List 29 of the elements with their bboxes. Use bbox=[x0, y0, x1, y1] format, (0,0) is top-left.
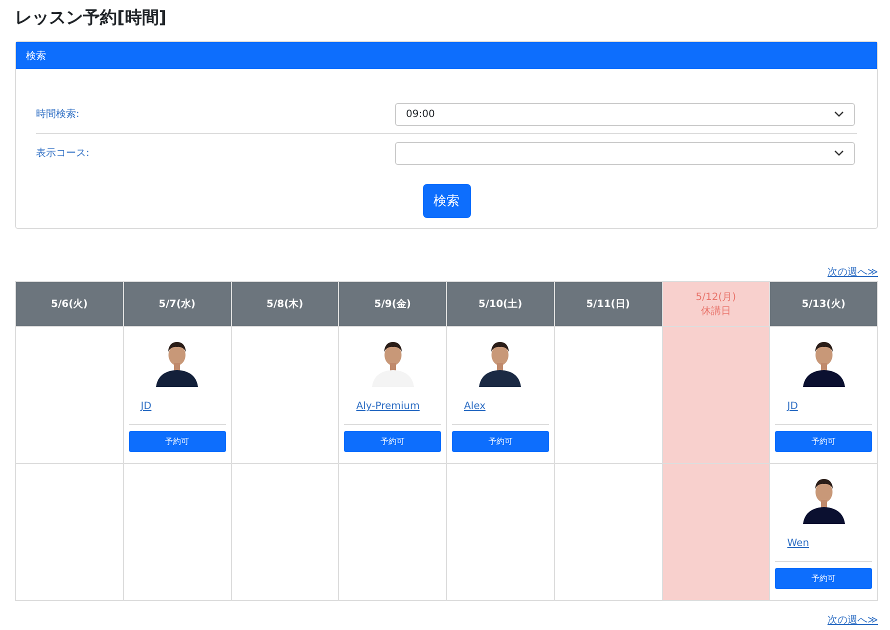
reserve-button[interactable]: 予約可 bbox=[775, 568, 872, 589]
field-label: 表示コース: bbox=[36, 146, 90, 160]
reserve-button[interactable]: 予約可 bbox=[775, 431, 872, 452]
field-label: 時間検索: bbox=[36, 108, 80, 121]
select-field[interactable] bbox=[395, 142, 855, 164]
chevron-down-icon bbox=[834, 150, 844, 156]
teacher-link[interactable]: Aly-Premium bbox=[356, 401, 420, 412]
date-header: 5/11(日) bbox=[554, 282, 662, 326]
search-button[interactable]: 検索 bbox=[422, 184, 470, 218]
teacher-link[interactable]: Wen bbox=[787, 538, 810, 549]
date-header: 5/10(土) bbox=[446, 282, 554, 326]
teacher-link[interactable]: Alex bbox=[464, 401, 486, 412]
teacher-link[interactable]: JD bbox=[140, 401, 152, 412]
date-header: 5/13(火) bbox=[770, 282, 878, 326]
reserve-button[interactable]: 予約可 bbox=[344, 431, 441, 452]
select-field[interactable]: 09:00 bbox=[395, 102, 855, 126]
date-header: 5/6(火) bbox=[16, 282, 124, 326]
teacher-link[interactable]: JD bbox=[787, 401, 798, 412]
reserve-button[interactable]: 予約可 bbox=[128, 431, 226, 452]
chevron-down-icon bbox=[834, 111, 844, 117]
date-header: 5/7(水) bbox=[123, 282, 231, 326]
page-title: レッスン予約[時間] bbox=[15, 7, 168, 29]
next-week-link[interactable]: 次の週へ≫ bbox=[828, 613, 878, 627]
reserve-button[interactable]: 予約可 bbox=[452, 431, 549, 452]
panel-header: 検索 bbox=[16, 42, 877, 69]
date-header: 5/9(金) bbox=[338, 282, 446, 326]
date-header: 5/8(木) bbox=[231, 282, 339, 326]
next-week-link[interactable]: 次の週へ≫ bbox=[828, 265, 878, 279]
date-header: 5/12(月) 休講日 bbox=[662, 282, 770, 326]
